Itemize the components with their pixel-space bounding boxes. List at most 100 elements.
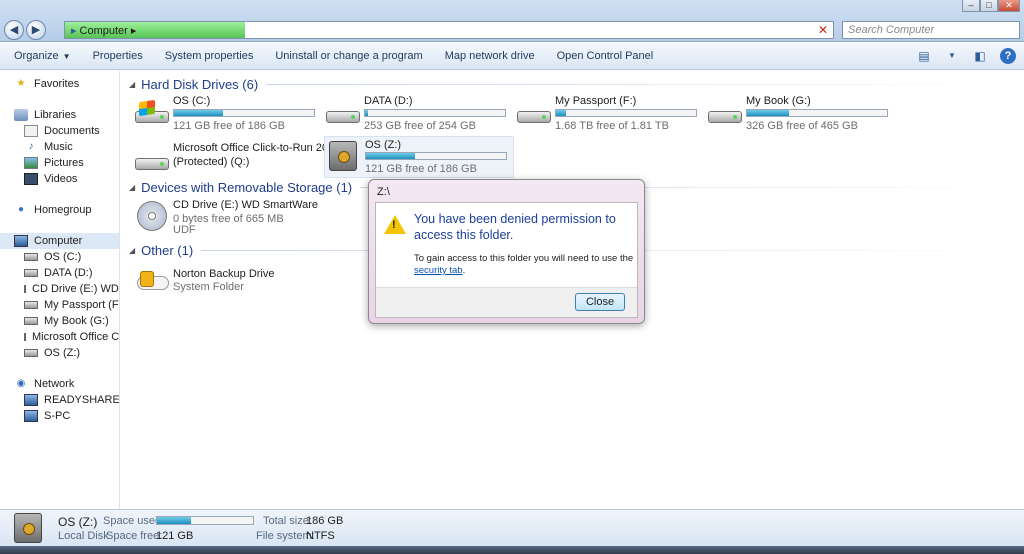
security-tab-link[interactable]: security tab — [414, 265, 463, 276]
drive-free-space: 121 GB free of 186 GB — [365, 163, 477, 175]
norton-backup-tile[interactable]: Norton Backup Drive System Folder — [133, 268, 323, 308]
drive-name: My Book (G:) — [746, 95, 811, 107]
network-icon: ◉ — [16, 378, 26, 389]
stop-icon[interactable]: ✕ — [818, 23, 828, 37]
open-control-panel-button[interactable]: Open Control Panel — [557, 50, 654, 62]
sidebar-label: DATA (D:) — [44, 267, 93, 279]
details-usage-bar — [156, 516, 254, 525]
drive-name: DATA (D:) — [364, 95, 413, 107]
forward-button[interactable]: ▶ — [26, 20, 46, 40]
dialog-text: To gain access to this folder you will n… — [414, 253, 634, 264]
breadcrumb-computer[interactable]: Computer — [80, 25, 128, 37]
drive-tile-f[interactable]: My Passport (F:) 1.68 TB free of 1.81 TB — [515, 95, 705, 135]
sidebar-label: Microsoft Office Click-to-Run 2010 — [32, 331, 120, 343]
back-button[interactable]: ◀ — [4, 20, 24, 40]
computer-icon: ▸ — [71, 25, 77, 37]
sidebar-label: Videos — [44, 173, 78, 185]
collapse-icon[interactable]: ◢ — [129, 80, 135, 89]
drive-name: OS (C:) — [173, 95, 211, 107]
sidebar-label: My Book (G:) — [44, 315, 109, 327]
sidebar-item-drive[interactable]: My Passport (F:) — [24, 297, 120, 313]
search-input[interactable]: Search Computer — [842, 21, 1020, 39]
sidebar-item-drive[interactable]: My Book (G:) — [24, 313, 119, 329]
organize-label: Organize — [14, 50, 59, 62]
taskbar — [0, 546, 1024, 554]
group-title: Devices with Removable Storage (1) — [141, 179, 353, 195]
library-icon — [14, 109, 28, 121]
sidebar-label: READYSHARE — [44, 394, 120, 406]
address-bar[interactable]: ▸ Computer ▸ — [64, 21, 834, 39]
organize-button[interactable]: Organize ▼ — [14, 50, 71, 62]
sidebar-item-drive[interactable]: OS (C:) — [24, 249, 119, 265]
warning-mark: ! — [392, 219, 396, 231]
sidebar-label: Music — [44, 141, 73, 153]
document-icon — [24, 125, 38, 137]
drive-tile-d[interactable]: DATA (D:) 253 GB free of 254 GB — [324, 95, 514, 135]
details-space-free: 121 GB — [156, 530, 194, 542]
drive-name: CD Drive (E:) WD SmartWare — [173, 199, 319, 211]
dialog-main-instruction: You have been denied permission to acces… — [414, 212, 616, 242]
picture-icon — [24, 157, 38, 169]
sidebar-item-pictures[interactable]: Pictures — [24, 155, 119, 171]
drive-tile-g[interactable]: My Book (G:) 326 GB free of 465 GB — [706, 95, 896, 135]
breadcrumb[interactable]: ▸ Computer ▸ — [71, 24, 136, 37]
sidebar-item-network[interactable]: ◉ Network — [14, 376, 119, 392]
sidebar-label: Libraries — [34, 109, 77, 121]
drive-usage-bar — [555, 109, 697, 117]
chevron-down-icon[interactable]: ▼ — [944, 48, 960, 64]
drive-tile-z[interactable]: OS (Z:) 121 GB free of 186 GB — [324, 136, 514, 178]
collapse-icon[interactable]: ◢ — [129, 183, 135, 192]
sidebar-item-libraries[interactable]: Libraries — [14, 107, 119, 123]
group-hard-disk-drives[interactable]: ◢ Hard Disk Drives (6) — [129, 75, 1019, 93]
drive-free-space: 253 GB free of 254 GB — [364, 120, 476, 132]
sidebar-item-drive[interactable]: OS (Z:) — [24, 345, 119, 361]
drive-icon — [135, 150, 169, 172]
sidebar-item-drive[interactable]: DATA (D:) — [24, 265, 119, 281]
safe-drive-icon — [327, 141, 361, 171]
close-button[interactable]: Close — [575, 293, 625, 311]
sidebar-label: Computer — [34, 235, 83, 247]
sidebar-item-readyshare[interactable]: READYSHARE — [24, 392, 120, 408]
windows-logo-icon — [139, 99, 155, 117]
drive-tile-q[interactable]: Microsoft Office Click-to-Run 2010 (Prot… — [133, 142, 340, 182]
sidebar-item-computer[interactable]: Computer — [0, 233, 119, 249]
details-pane: OS (Z:) Local Disk Space used: Space fre… — [0, 509, 1024, 546]
drive-tile-c[interactable]: OS (C:) 121 GB free of 186 GB — [133, 95, 323, 135]
sidebar-item-s-pc[interactable]: S-PC — [24, 408, 119, 424]
cd-drive-icon — [135, 201, 169, 231]
sidebar-item-documents[interactable]: Documents — [24, 123, 119, 139]
help-icon[interactable]: ? — [1000, 48, 1016, 64]
sidebar-item-homegroup[interactable]: ● Homegroup — [14, 202, 119, 218]
uninstall-button[interactable]: Uninstall or change a program — [275, 50, 422, 62]
group-title: Other (1) — [141, 242, 194, 258]
sidebar-item-music[interactable]: ♪ Music — [24, 139, 119, 155]
sidebar-item-drive[interactable]: Microsoft Office Click-to-Run 2010 — [24, 329, 120, 345]
sidebar-item-videos[interactable]: Videos — [24, 171, 119, 187]
minimize-icon[interactable]: – — [962, 0, 980, 12]
drive-free-space: 121 GB free of 186 GB — [173, 120, 285, 132]
close-icon[interactable]: ✕ — [998, 0, 1020, 12]
sidebar-label: My Passport (F:) — [44, 299, 120, 311]
maximize-icon[interactable]: □ — [980, 0, 998, 12]
explorer-window: – □ ✕ ◀ ▶ ▸ Computer ▸ ✕ Search Computer … — [0, 0, 1024, 554]
drive-tile-e[interactable]: CD Drive (E:) WD SmartWare 0 bytes free … — [133, 199, 323, 239]
drive-free-space: 326 GB free of 465 GB — [746, 120, 858, 132]
navigation-pane: ★ Favorites Libraries Documents ♪ Music Pi… — [0, 71, 120, 509]
drive-usage-bar — [365, 152, 507, 160]
dialog-footer: Close — [376, 287, 637, 317]
map-network-drive-button[interactable]: Map network drive — [445, 50, 535, 62]
drive-usage-bar — [746, 109, 888, 117]
dialog-text-end: . — [462, 265, 466, 276]
view-options-icon[interactable]: ▤ — [916, 48, 932, 64]
properties-button[interactable]: Properties — [93, 50, 143, 62]
homegroup-icon: ● — [17, 204, 25, 215]
sidebar-item-drive[interactable]: CD Drive (E:) WD SmartWare — [24, 281, 119, 297]
dialog-title: Z:\ — [377, 186, 390, 198]
group-title: Hard Disk Drives (6) — [141, 76, 259, 92]
preview-pane-icon[interactable]: ◧ — [972, 48, 988, 64]
collapse-icon[interactable]: ◢ — [129, 246, 135, 255]
system-properties-button[interactable]: System properties — [165, 50, 254, 62]
drive-type: System Folder — [173, 281, 244, 293]
lock-drive-icon — [135, 268, 169, 290]
sidebar-item-favorites[interactable]: ★ Favorites — [14, 76, 119, 92]
